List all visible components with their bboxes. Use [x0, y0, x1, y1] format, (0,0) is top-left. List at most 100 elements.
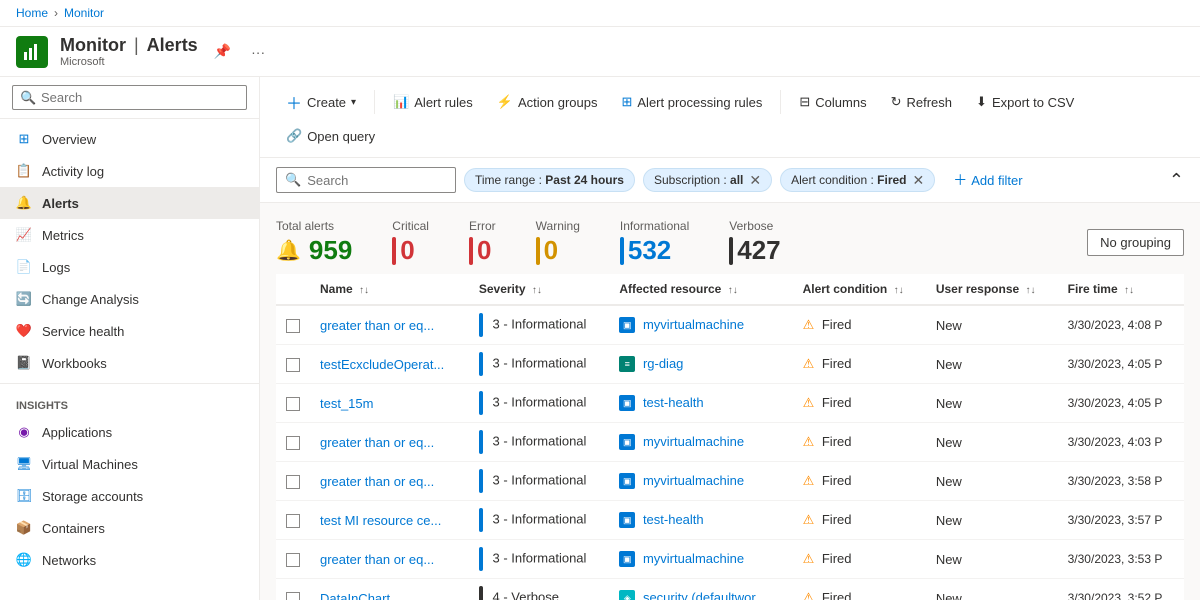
- row-checkbox-5[interactable]: [286, 514, 300, 528]
- sidebar-item-networks[interactable]: 🌐 Networks: [0, 544, 259, 576]
- sidebar-item-workbooks[interactable]: 📓 Workbooks: [0, 347, 259, 379]
- fired-icon: ⚠: [803, 551, 815, 566]
- more-button[interactable]: ···: [247, 42, 269, 62]
- row-checkbox-1[interactable]: [286, 358, 300, 372]
- alert-search-input[interactable]: [307, 173, 427, 188]
- breadcrumb-home[interactable]: Home: [16, 6, 48, 20]
- alert-condition-filter-close[interactable]: ✕: [913, 173, 925, 187]
- resource-link[interactable]: test-health: [643, 395, 704, 410]
- alert-name-link[interactable]: greater than or eq...: [320, 474, 434, 489]
- verbose-bar: [729, 237, 733, 265]
- sidebar-search-input[interactable]: [12, 85, 247, 110]
- open-query-button[interactable]: 🔗 Open query: [276, 123, 385, 149]
- alert-condition-label: Alert condition : Fired: [791, 173, 906, 187]
- table-row[interactable]: greater than or eq... 3 - Informational …: [276, 423, 1184, 462]
- create-icon: ＋: [286, 90, 302, 114]
- severity-sort-icon: ↑↓: [532, 285, 542, 296]
- row-checkbox-2[interactable]: [286, 397, 300, 411]
- user-response-cell: New: [926, 462, 1058, 501]
- sidebar-item-service-health[interactable]: ❤️ Service health: [0, 315, 259, 347]
- sidebar-item-alerts[interactable]: 🔔 Alerts: [0, 187, 259, 219]
- alert-processing-icon: ⊞: [621, 94, 632, 110]
- sidebar-item-overview[interactable]: ⊞ Overview: [0, 123, 259, 155]
- action-groups-button[interactable]: ⚡ Action groups: [487, 89, 608, 115]
- alert-processing-rules-button[interactable]: ⊞ Alert processing rules: [611, 89, 772, 115]
- table-row[interactable]: greater than or eq... 3 - Informational …: [276, 462, 1184, 501]
- user-response-cell: New: [926, 579, 1058, 600]
- sidebar-item-virtual-machines[interactable]: 🖥 Virtual Machines: [0, 448, 259, 480]
- table-row[interactable]: test MI resource ce... 3 - Informational…: [276, 501, 1184, 540]
- resource-link[interactable]: myvirtualmachine: [643, 434, 744, 449]
- resource-link[interactable]: rg-diag: [643, 356, 683, 371]
- alert-name-link[interactable]: greater than or eq...: [320, 435, 434, 450]
- resource-link[interactable]: myvirtualmachine: [643, 317, 744, 332]
- columns-icon: ⊟: [799, 94, 810, 110]
- resource-link[interactable]: myvirtualmachine: [643, 473, 744, 488]
- subscription-filter-close[interactable]: ✕: [749, 173, 761, 187]
- alert-name-link[interactable]: greater than or eq...: [320, 552, 434, 567]
- sidebar-item-metrics[interactable]: 📈 Metrics: [0, 219, 259, 251]
- resource-link[interactable]: security (defaultwor...: [643, 590, 766, 600]
- sidebar-item-applications[interactable]: ◉ Applications: [0, 416, 259, 448]
- grouping-button[interactable]: No grouping: [1087, 229, 1184, 256]
- severity-indicator: [479, 469, 483, 493]
- table-row[interactable]: DataInChart 4 - Verbose ◈ security (defa…: [276, 579, 1184, 600]
- row-checkbox-7[interactable]: [286, 592, 300, 600]
- table-row[interactable]: test_15m 3 - Informational ▣ test-health…: [276, 384, 1184, 423]
- user-response-cell: New: [926, 305, 1058, 345]
- fire-time-cell: 3/30/2023, 3:53 P: [1058, 540, 1184, 579]
- col-user-response[interactable]: User response ↑↓: [926, 274, 1058, 305]
- pin-button[interactable]: 📌: [210, 41, 235, 62]
- severity-indicator: [479, 391, 483, 415]
- sidebar-item-logs[interactable]: 📄 Logs: [0, 251, 259, 283]
- add-filter-button[interactable]: ＋ Add filter: [943, 166, 1032, 194]
- resource-link[interactable]: myvirtualmachine: [643, 551, 744, 566]
- workbooks-icon: 📓: [16, 355, 32, 371]
- alert-name-link[interactable]: test MI resource ce...: [320, 513, 441, 528]
- row-checkbox-4[interactable]: [286, 475, 300, 489]
- breadcrumb-monitor[interactable]: Monitor: [64, 6, 104, 20]
- vm-resource-icon: ▣: [619, 434, 635, 450]
- col-alert-condition[interactable]: Alert condition ↑↓: [793, 274, 926, 305]
- content-area: ＋ Create ▾ 📊 Alert rules ⚡ Action groups…: [260, 77, 1200, 600]
- col-severity[interactable]: Severity ↑↓: [469, 274, 609, 305]
- col-name[interactable]: Name ↑↓: [310, 274, 469, 305]
- alert-name-link[interactable]: DataInChart: [320, 591, 390, 600]
- fire-time-cell: 3/30/2023, 4:05 P: [1058, 345, 1184, 384]
- fired-icon: ⚠: [803, 473, 815, 488]
- sidebar-item-storage-accounts[interactable]: 🗄 Storage accounts: [0, 480, 259, 512]
- export-csv-button[interactable]: ⬇ Export to CSV: [966, 89, 1084, 115]
- alert-name-link[interactable]: testEcxcludeOperat...: [320, 357, 444, 372]
- fired-icon: ⚠: [803, 395, 815, 410]
- condition-sort-icon: ↑↓: [894, 285, 904, 296]
- alert-rules-button[interactable]: 📊 Alert rules: [383, 89, 483, 115]
- sidebar-item-change-analysis[interactable]: 🔄 Change Analysis: [0, 283, 259, 315]
- create-dropdown-icon: ▾: [351, 97, 356, 108]
- row-checkbox-6[interactable]: [286, 553, 300, 567]
- resource-link[interactable]: test-health: [643, 512, 704, 527]
- severity-indicator: [479, 547, 483, 571]
- resource-sort-icon: ↑↓: [728, 285, 738, 296]
- alert-name-link[interactable]: test_15m: [320, 396, 373, 411]
- severity-label: 3 - Informational: [492, 433, 586, 448]
- row-checkbox-3[interactable]: [286, 436, 300, 450]
- sidebar-item-activity-log[interactable]: 📋 Activity log: [0, 155, 259, 187]
- col-fire-time[interactable]: Fire time ↑↓: [1058, 274, 1184, 305]
- networks-icon: 🌐: [16, 552, 32, 568]
- create-button[interactable]: ＋ Create ▾: [276, 85, 366, 119]
- columns-button[interactable]: ⊟ Columns: [789, 89, 876, 115]
- sidebar-item-containers[interactable]: 📦 Containers: [0, 512, 259, 544]
- export-icon: ⬇: [976, 94, 987, 110]
- filter-collapse-button[interactable]: ⌃: [1169, 170, 1184, 191]
- alert-name-link[interactable]: greater than or eq...: [320, 318, 434, 333]
- breadcrumb: Home › Monitor: [0, 0, 1200, 27]
- condition-value: Fired: [822, 395, 852, 410]
- row-checkbox-0[interactable]: [286, 319, 300, 333]
- time-range-filter: Time range : Past 24 hours: [464, 168, 635, 192]
- table-row[interactable]: greater than or eq... 3 - Informational …: [276, 305, 1184, 345]
- col-affected-resource[interactable]: Affected resource ↑↓: [609, 274, 792, 305]
- table-row[interactable]: testEcxcludeOperat... 3 - Informational …: [276, 345, 1184, 384]
- filter-search-box[interactable]: 🔍: [276, 167, 456, 193]
- table-row[interactable]: greater than or eq... 3 - Informational …: [276, 540, 1184, 579]
- refresh-button[interactable]: ↻ Refresh: [881, 89, 962, 115]
